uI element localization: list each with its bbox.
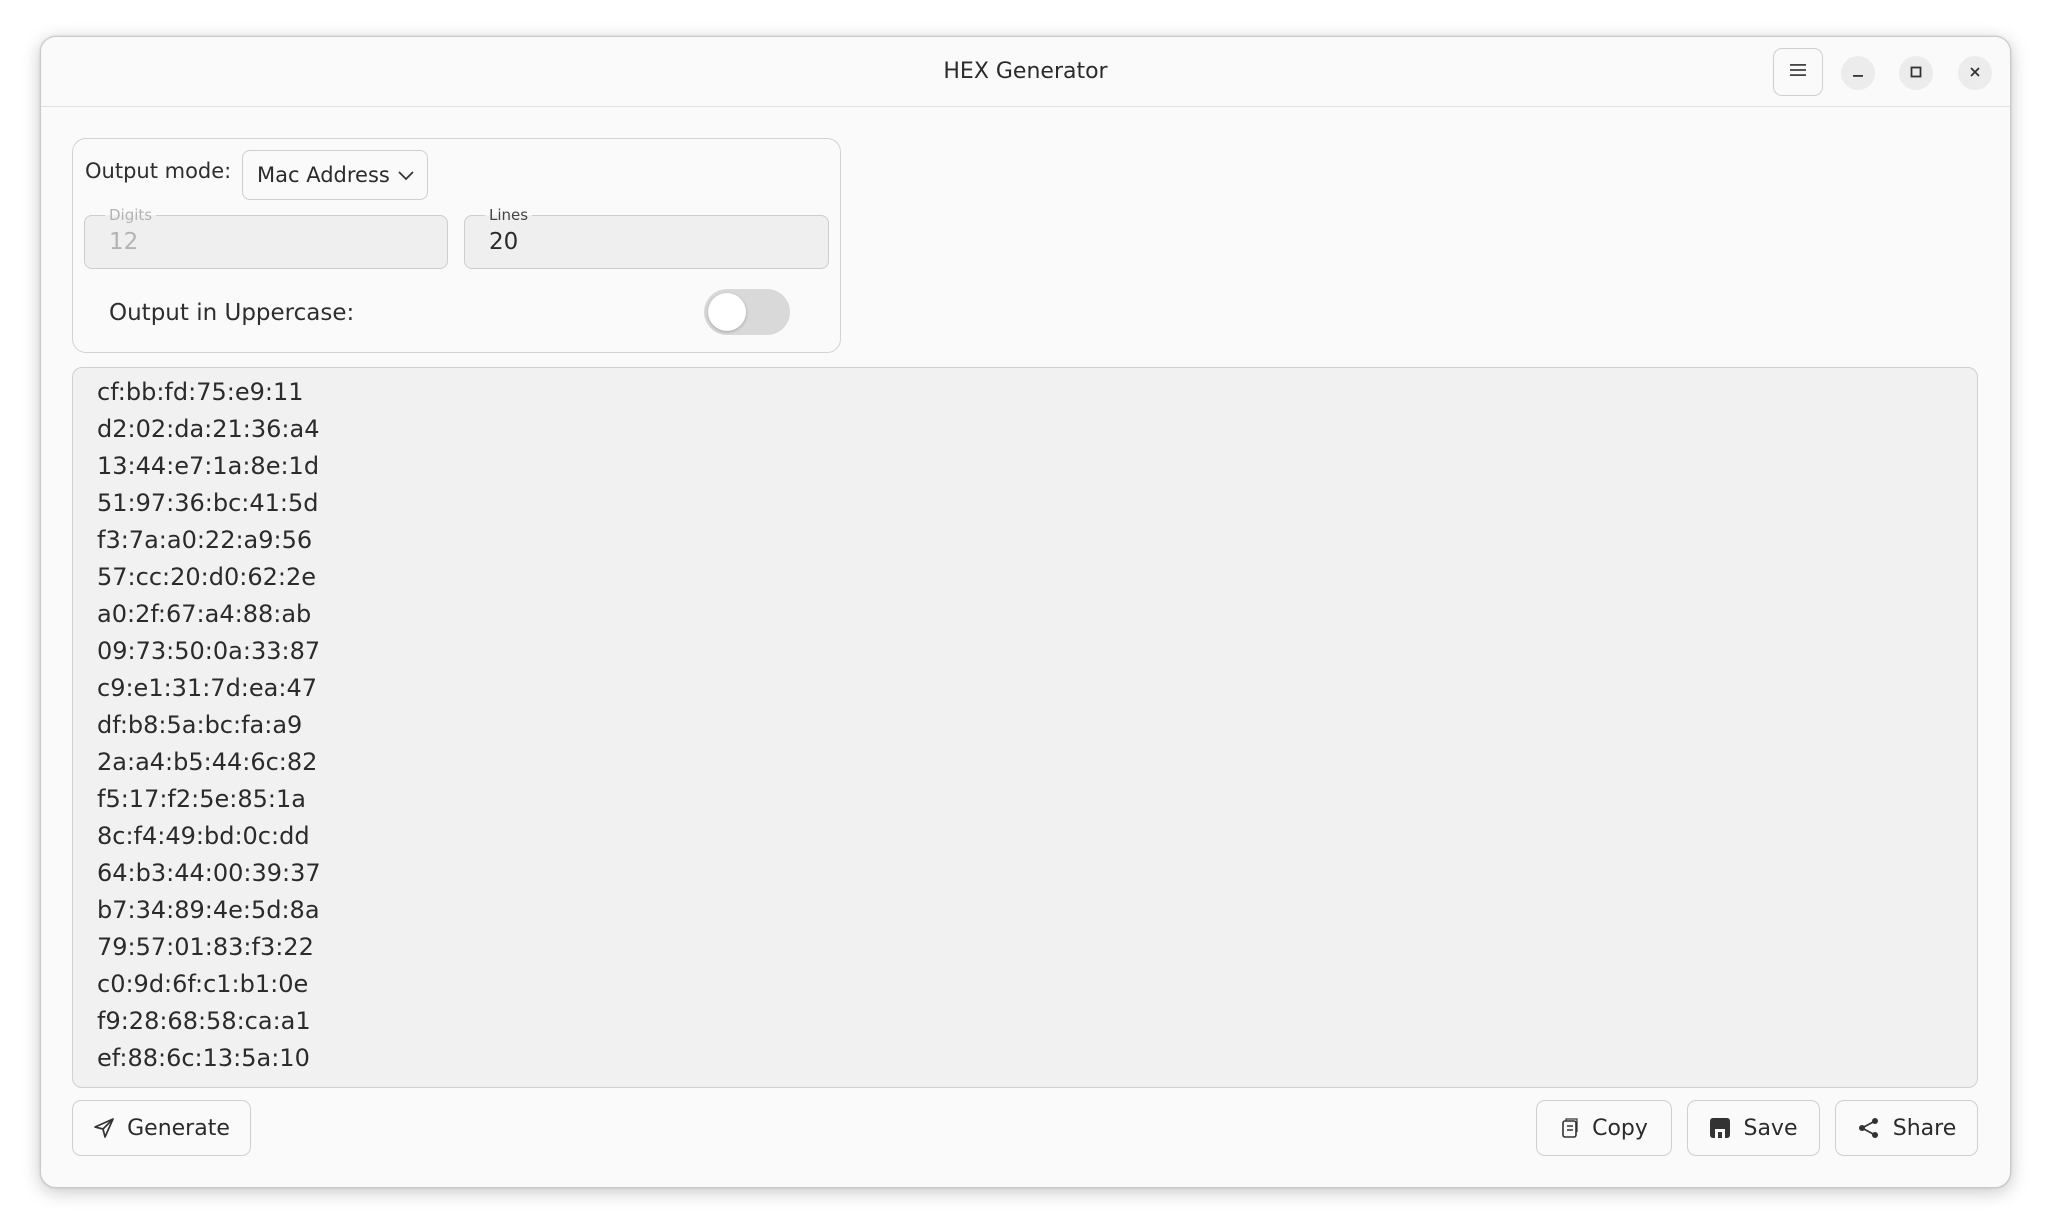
output-line: 09:73:50:0a:33:87 [97, 637, 321, 665]
minimize-icon [1851, 64, 1865, 83]
output-line: b7:34:89:4e:5d:8a [97, 896, 320, 924]
output-line: c0:9d:6f:c1:b1:0e [97, 970, 309, 998]
uppercase-toggle[interactable] [704, 289, 790, 335]
close-button[interactable] [1958, 56, 1992, 90]
output-line: 57:cc:20:d0:62:2e [97, 563, 316, 591]
output-line: d2:02:da:21:36:a4 [97, 415, 320, 443]
generate-label: Generate [127, 1115, 230, 1141]
lines-value[interactable]: 20 [489, 229, 518, 255]
output-line: f3:7a:a0:22:a9:56 [97, 526, 313, 554]
digits-label: Digits [105, 206, 157, 224]
chevron-down-icon [397, 166, 415, 190]
save-label: Save [1743, 1115, 1798, 1141]
output-line: cf:bb:fd:75:e9:11 [97, 378, 304, 406]
copy-icon [1560, 1117, 1580, 1139]
output-text-area[interactable]: cf:bb:fd:75:e9:11 d2:02:da:21:36:a4 13:44:… [72, 367, 1978, 1088]
save-button[interactable]: Save [1687, 1100, 1820, 1156]
output-line: df:b8:5a:bc:fa:a9 [97, 711, 303, 739]
maximize-icon [1909, 64, 1923, 83]
output-line: 13:44:e7:1a:8e:1d [97, 452, 320, 480]
app-window: HEX Generator Output mode: Mac Address D… [40, 36, 2011, 1188]
output-mode-dropdown[interactable]: Mac Address [242, 150, 428, 200]
share-button[interactable]: Share [1835, 1100, 1978, 1156]
output-line: f5:17:f2:5e:85:1a [97, 785, 306, 813]
lines-label: Lines [485, 206, 533, 224]
output-line: ef:88:6c:13:5a:10 [97, 1044, 310, 1072]
output-line: a0:2f:67:a4:88:ab [97, 600, 312, 628]
output-line: f9:28:68:58:ca:a1 [97, 1007, 311, 1035]
main-menu-button[interactable] [1773, 48, 1823, 96]
output-mode-label: Output mode: [85, 159, 232, 183]
share-icon [1857, 1116, 1881, 1140]
copy-label: Copy [1592, 1115, 1648, 1141]
output-line: 64:b3:44:00:39:37 [97, 859, 321, 887]
close-icon [1968, 64, 1982, 83]
save-icon [1709, 1117, 1731, 1139]
output-line: 8c:f4:49:bd:0c:dd [97, 822, 310, 850]
share-label: Share [1892, 1115, 1957, 1141]
title-bar: HEX Generator [41, 37, 2010, 107]
minimize-button[interactable] [1841, 56, 1875, 90]
lines-field[interactable]: Lines 20 [464, 206, 829, 269]
uppercase-label: Output in Uppercase: [109, 300, 355, 326]
output-line: 79:57:01:83:f3:22 [97, 933, 314, 961]
output-line: 2a:a4:b5:44:6c:82 [97, 748, 318, 776]
output-line: 51:97:36:bc:41:5d [97, 489, 319, 517]
digits-field: Digits 12 [84, 206, 448, 269]
output-line: c9:e1:31:7d:ea:47 [97, 674, 317, 702]
window-title: HEX Generator [943, 59, 1108, 84]
digits-value: 12 [109, 229, 139, 255]
settings-panel: Output mode: Mac Address Digits 12 Lines… [72, 138, 841, 353]
maximize-button[interactable] [1899, 56, 1933, 90]
generate-button[interactable]: Generate [72, 1100, 251, 1156]
hamburger-menu-icon [1789, 62, 1807, 82]
copy-button[interactable]: Copy [1536, 1100, 1672, 1156]
send-icon [93, 1117, 115, 1139]
toggle-knob [708, 293, 746, 331]
output-mode-value: Mac Address [257, 163, 390, 187]
